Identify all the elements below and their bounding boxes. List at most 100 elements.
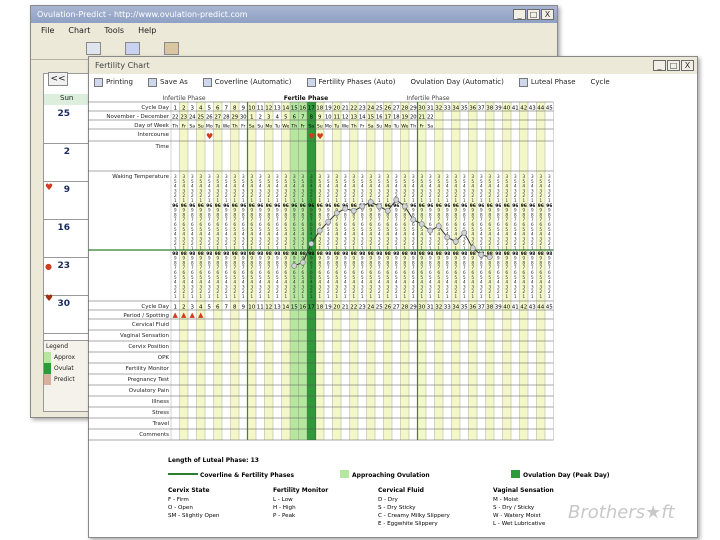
- minimize-button[interactable]: _: [513, 9, 526, 20]
- ovulation-day-button[interactable]: Ovulation Day (Automatic): [411, 78, 504, 86]
- phase-label-fertile: Fertile Phase: [284, 95, 328, 102]
- temperature-point[interactable]: [478, 251, 485, 258]
- temp-digit: 1: [454, 294, 457, 300]
- temperature-point[interactable]: [418, 221, 425, 227]
- row-label-stress: Stress: [152, 410, 169, 416]
- temperature-point[interactable]: [427, 227, 434, 234]
- temp-digit: 1: [174, 294, 177, 300]
- weekday-cell: Fr: [241, 124, 245, 130]
- printer-icon: [94, 77, 103, 87]
- temperature-point[interactable]: [325, 218, 332, 225]
- temperature-point[interactable]: [452, 238, 459, 245]
- fertility-phases-button[interactable]: Fertility Phases (Auto): [306, 77, 396, 87]
- save-as-button[interactable]: Save As: [147, 77, 188, 87]
- settings-icon[interactable]: [125, 42, 140, 55]
- temp-digit: 1: [480, 294, 483, 300]
- temperature-point[interactable]: [486, 254, 493, 260]
- cycle-day-cell: 8: [233, 305, 237, 311]
- close-button[interactable]: X: [541, 9, 554, 20]
- cycle-day-cell: 11: [257, 305, 264, 311]
- temperature-point[interactable]: [435, 223, 442, 230]
- temperature-point[interactable]: [384, 207, 391, 214]
- ovulation-day-label: Ovulation Day (Automatic): [410, 78, 504, 86]
- calendar-icon[interactable]: [86, 42, 101, 55]
- menu-tools[interactable]: Tools: [104, 26, 124, 35]
- menu-help[interactable]: Help: [138, 26, 156, 35]
- chart-toolbar: Printing Save As Coverline (Automatic) F…: [89, 74, 699, 90]
- calendar-day[interactable]: 16: [44, 220, 88, 258]
- temperature-point[interactable]: [367, 199, 374, 205]
- coverline-button[interactable]: Coverline (Automatic): [202, 77, 292, 87]
- cycle-day-cell: 14: [282, 305, 289, 311]
- cycle-day-cell: 21: [342, 305, 349, 311]
- temp-digit: 1: [488, 294, 491, 300]
- date-cell: 6: [293, 115, 296, 121]
- calendar-day[interactable]: 25: [44, 106, 88, 144]
- temperature-point[interactable]: [410, 216, 417, 223]
- luteal-icon: [518, 77, 528, 87]
- temperature-point[interactable]: [401, 203, 408, 210]
- temperature-point[interactable]: [469, 245, 476, 252]
- temp-digit: 1: [191, 294, 194, 300]
- legend-ovulation: Ovulat: [44, 363, 88, 374]
- temperature-point[interactable]: [376, 203, 383, 210]
- temperature-point[interactable]: [333, 210, 340, 216]
- cycle-day-cell: 20: [333, 305, 340, 311]
- weekday-cell: Su: [376, 124, 382, 130]
- row-label-lh: OPK: [158, 355, 170, 361]
- luteal-phase-button[interactable]: Luteal Phase: [518, 77, 576, 87]
- temp-digit: 1: [344, 294, 347, 300]
- menu-file[interactable]: File: [41, 26, 54, 35]
- key-item: M - Moist: [493, 497, 519, 503]
- temperature-point[interactable]: [350, 207, 357, 214]
- calendar-day[interactable]: 2: [44, 144, 88, 182]
- temp-digit: 1: [437, 294, 440, 300]
- chart-maximize-button[interactable]: □: [667, 60, 680, 71]
- cycle-button[interactable]: Cycle: [591, 78, 610, 86]
- temperature-point[interactable]: [359, 203, 366, 210]
- cycle-label: Cycle: [590, 78, 610, 86]
- temperature-point[interactable]: [308, 240, 315, 247]
- temp-digit: 1: [284, 294, 287, 300]
- temperature-point[interactable]: [393, 196, 400, 203]
- cycle-day-cell: 9: [242, 305, 246, 311]
- temp-digit: 1: [310, 294, 313, 300]
- ovulation-legend-swatch: [511, 470, 520, 478]
- maximize-button[interactable]: □: [527, 9, 540, 20]
- temperature-point[interactable]: [342, 205, 349, 212]
- menu-chart[interactable]: Chart: [68, 26, 90, 35]
- period-marker-icon: ▲: [173, 311, 179, 319]
- key-item: P - Peak: [273, 513, 296, 519]
- cycle-day-cell: 16: [299, 106, 306, 112]
- weekday-cell: Fr: [182, 124, 186, 130]
- print-button[interactable]: Printing: [94, 77, 133, 87]
- chart-icon[interactable]: [164, 42, 179, 55]
- cycle-day-cell: 7: [225, 305, 229, 311]
- chart-minimize-button[interactable]: _: [653, 60, 666, 71]
- cycle-day-cell: 11: [257, 106, 264, 112]
- cycle-day-cell: 2: [182, 106, 186, 112]
- chart-close-button[interactable]: X: [681, 60, 694, 71]
- prev-month-button[interactable]: <<: [48, 72, 68, 86]
- cycle-day-cell: 21: [342, 106, 349, 112]
- cycle-day-cell: 19: [325, 106, 332, 112]
- temperature-point[interactable]: [299, 259, 306, 266]
- temperature-point[interactable]: [291, 262, 298, 269]
- cycle-day-cell: 42: [520, 305, 527, 311]
- cycle-day-cell: 35: [461, 305, 468, 311]
- temperature-point[interactable]: [461, 229, 468, 236]
- row-label-cervical-fluid: Cervical Fluid: [132, 322, 169, 328]
- menu-bar: File Chart Tools Help: [31, 23, 557, 38]
- cycle-day-cell: 24: [367, 106, 374, 112]
- temp-digit: 1: [369, 294, 372, 300]
- cycle-day-cell: 8: [233, 106, 237, 112]
- row-label-ovulatory-pain: Ovulatory Pain: [129, 388, 170, 394]
- cycle-day-cell: 22: [350, 305, 357, 311]
- weekday-cell: Su: [257, 124, 263, 130]
- temperature-point[interactable]: [316, 227, 323, 234]
- key-item: E - Eggwhite Slippery: [378, 521, 438, 527]
- key-item: C - Creamy Milky Slippery: [378, 513, 451, 519]
- weekday-cell: Th: [290, 124, 297, 130]
- temperature-point[interactable]: [444, 234, 451, 241]
- cycle-day-cell: 28: [401, 106, 408, 112]
